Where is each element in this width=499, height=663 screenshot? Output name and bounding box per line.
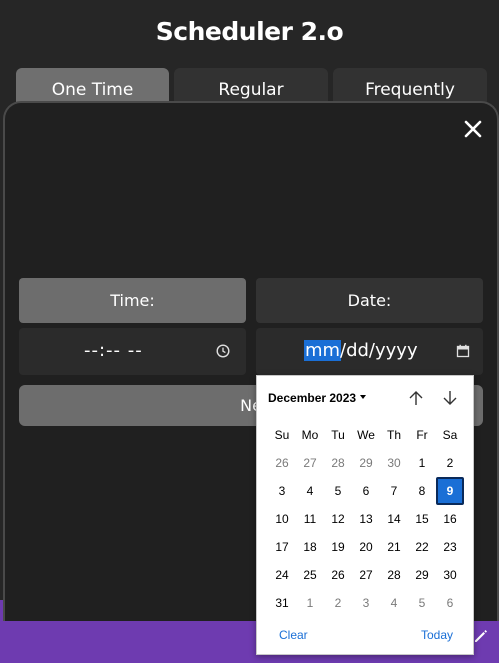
date-input-rest[interactable]: /dd/yyyy [340,340,418,361]
date-input[interactable]: mm /dd/yyyy [256,328,483,375]
calendar-day[interactable]: 4 [296,477,324,505]
date-input-month-segment[interactable]: mm [304,340,342,361]
time-input-value: --:-- -- [84,340,143,361]
calendar-today-button[interactable]: Today [421,628,453,642]
weekday-header-row: Su Mo Tu We Th Fr Sa [268,421,464,449]
calendar-month-label[interactable]: December 2023 [268,391,356,405]
calendar-day[interactable]: 25 [296,561,324,589]
calendar-week-row: 3 4 5 6 7 8 9 [268,477,464,505]
calendar-day[interactable]: 29 [352,449,380,477]
calendar-week-row: 17 18 19 20 21 22 23 [268,533,464,561]
edit-icon[interactable] [472,627,490,645]
clock-icon[interactable] [216,344,230,358]
time-input[interactable]: --:-- -- [19,328,246,375]
calendar-day[interactable]: 26 [268,449,296,477]
calendar-day[interactable]: 6 [436,589,464,617]
calendar-day[interactable]: 19 [324,533,352,561]
calendar-grid: Su Mo Tu We Th Fr Sa 26 27 28 29 30 1 2 … [268,421,464,617]
calendar-day[interactable]: 1 [408,449,436,477]
close-icon[interactable] [463,119,483,139]
calendar-day[interactable]: 13 [352,505,380,533]
calendar-day[interactable]: 4 [380,589,408,617]
calendar-day[interactable]: 10 [268,505,296,533]
date-label: Date: [256,278,483,323]
app-title: Scheduler 2.o [155,17,344,46]
calendar-week-row: 26 27 28 29 30 1 2 [268,449,464,477]
calendar-day[interactable]: 27 [352,561,380,589]
weekday-label: Sa [442,428,458,442]
calendar-day[interactable]: 15 [408,505,436,533]
calendar-day[interactable]: 11 [296,505,324,533]
calendar-day[interactable]: 27 [296,449,324,477]
calendar-day[interactable]: 2 [324,589,352,617]
calendar-day[interactable]: 28 [380,561,408,589]
arrow-up-icon[interactable] [407,389,425,407]
calendar-day[interactable]: 12 [324,505,352,533]
calendar-day[interactable]: 5 [324,477,352,505]
weekday-label: Fr [416,428,428,442]
calendar-day[interactable]: 3 [268,477,296,505]
calendar-day-selected[interactable]: 9 [436,477,464,505]
calendar-day[interactable]: 21 [380,533,408,561]
weekday-label: Su [274,428,290,442]
calendar-icon[interactable] [456,344,470,358]
dropdown-caret-icon[interactable] [360,395,366,399]
calendar-day[interactable]: 18 [296,533,324,561]
arrow-down-icon[interactable] [441,389,459,407]
calendar-day[interactable]: 30 [380,449,408,477]
weekday-label: Mo [301,428,319,442]
calendar-day[interactable]: 1 [296,589,324,617]
calendar-day[interactable]: 14 [380,505,408,533]
calendar-day[interactable]: 20 [352,533,380,561]
calendar-day[interactable]: 8 [408,477,436,505]
calendar-clear-button[interactable]: Clear [279,628,308,642]
calendar-day[interactable]: 3 [352,589,380,617]
weekday-label: Tu [331,428,345,442]
calendar-day[interactable]: 2 [436,449,464,477]
calendar-day[interactable]: 23 [436,533,464,561]
calendar-day[interactable]: 28 [324,449,352,477]
calendar-day[interactable]: 7 [380,477,408,505]
time-label: Time: [19,278,246,323]
calendar-week-row: 24 25 26 27 28 29 30 [268,561,464,589]
calendar-day[interactable]: 30 [436,561,464,589]
weekday-label: Th [386,428,401,442]
calendar-day[interactable]: 29 [408,561,436,589]
calendar-day[interactable]: 22 [408,533,436,561]
calendar-day[interactable]: 17 [268,533,296,561]
weekday-label: We [357,428,375,442]
calendar-week-row: 31 1 2 3 4 5 6 [268,589,464,617]
calendar-day[interactable]: 6 [352,477,380,505]
calendar-week-row: 10 11 12 13 14 15 16 [268,505,464,533]
calendar-day[interactable]: 5 [408,589,436,617]
calendar-day[interactable]: 31 [268,589,296,617]
calendar-day[interactable]: 16 [436,505,464,533]
calendar-day[interactable]: 24 [268,561,296,589]
calendar-day[interactable]: 26 [324,561,352,589]
date-picker-popup: December 2023 Su Mo Tu We Th Fr Sa 26 27… [256,375,474,655]
